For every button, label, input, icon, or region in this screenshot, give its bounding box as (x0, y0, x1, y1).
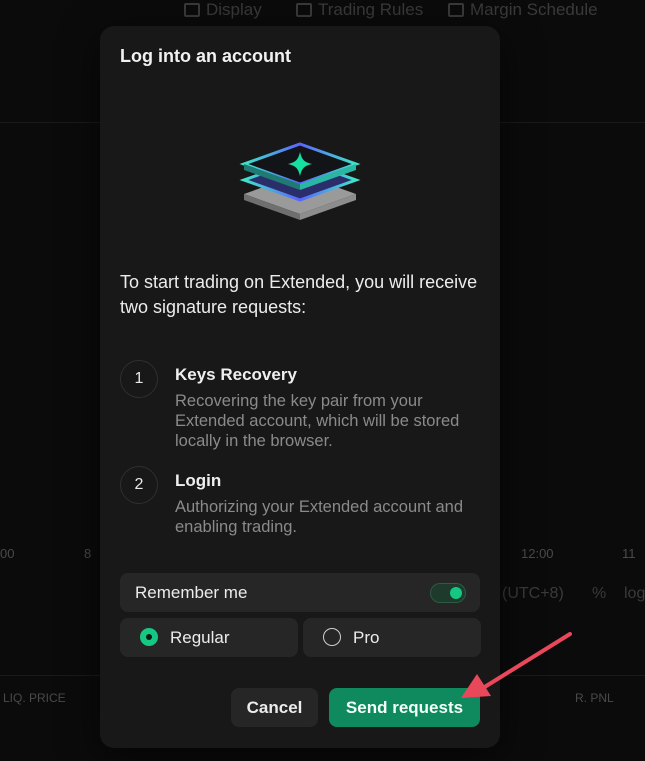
mode-option-regular[interactable]: Regular (120, 618, 298, 657)
timezone-label[interactable]: (UTC+8) (502, 585, 564, 603)
modal-title: Log into an account (120, 46, 291, 66)
book-icon (296, 3, 312, 17)
step-title: Login (175, 471, 222, 490)
option-label: Regular (170, 628, 230, 647)
toggle-knob (450, 587, 462, 599)
radio-selected-icon[interactable] (140, 628, 158, 646)
axis-label: 11 (622, 546, 636, 561)
annotation-arrow-icon (461, 632, 572, 698)
login-modal: Log into an account To start trading on … (100, 26, 500, 748)
nav-margin-schedule[interactable]: Margin Schedule (448, 0, 598, 20)
step-number: 2 (120, 466, 158, 504)
log-toggle[interactable]: log (624, 585, 645, 603)
remember-me-toggle[interactable] (430, 583, 466, 603)
stacked-layers-icon (239, 142, 361, 220)
step-title: Keys Recovery (175, 365, 297, 384)
step-number: 1 (120, 360, 158, 398)
intro-text: To start trading on Extended, you will r… (120, 272, 478, 317)
column-header: R. PNL (575, 691, 614, 705)
axis-label: 12:00 (521, 546, 554, 561)
axis-label: 8 (84, 546, 92, 561)
nav-display[interactable]: Display (184, 0, 262, 20)
step-description: Recovering the key pair from your Extend… (175, 392, 460, 450)
table-icon (448, 3, 464, 17)
column-header: LIQ. PRICE (3, 691, 66, 705)
display-icon (184, 3, 200, 17)
option-label: Pro (353, 628, 380, 647)
remember-me-label: Remember me (135, 583, 248, 602)
radio-unselected-icon[interactable] (323, 628, 341, 646)
remember-me-row: Remember me (120, 573, 480, 612)
cancel-button[interactable]: Cancel (231, 688, 318, 727)
percent-toggle[interactable]: % (592, 585, 606, 603)
nav-trading-rules[interactable]: Trading Rules (296, 0, 423, 20)
background-top-nav: Display Trading Rules Margin Schedule (0, 0, 645, 24)
step-description: Authorizing your Extended account and en… (175, 498, 464, 536)
axis-label: 00 (0, 546, 15, 561)
